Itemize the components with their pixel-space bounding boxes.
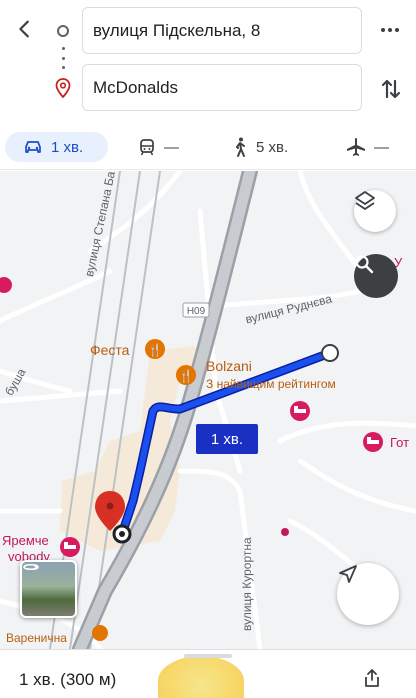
decorative-blob xyxy=(158,656,244,698)
destination-text: McDonalds xyxy=(93,77,179,97)
restaurant-poi-icon[interactable] xyxy=(92,625,108,641)
walk-icon xyxy=(236,137,245,157)
search-along-route-button[interactable] xyxy=(354,254,398,298)
share-button[interactable] xyxy=(358,664,386,692)
origin-dot-icon xyxy=(57,25,69,37)
mode-flight-label: — xyxy=(374,138,389,156)
poi-label-varenychna[interactable]: Варенична xyxy=(6,631,67,645)
route-dots-icon xyxy=(62,47,65,69)
more-options-icon[interactable] xyxy=(375,20,405,40)
road-label-kurortna: вулиця Курортна xyxy=(240,537,254,631)
mode-transit-label: — xyxy=(164,138,179,156)
directions-header: вулиця Підскельна, 8 McDonalds xyxy=(0,0,416,120)
destination-pin-icon xyxy=(55,78,71,103)
svg-text:🍴: 🍴 xyxy=(179,369,194,383)
street-view-icon xyxy=(23,563,39,571)
poi-label-festa[interactable]: Феста xyxy=(90,342,129,358)
swap-directions-button[interactable] xyxy=(374,74,408,104)
arrow-back-icon xyxy=(19,20,29,38)
train-icon xyxy=(140,139,154,156)
poi-label-bolzani-rating: З найвищим рейтингом xyxy=(206,377,336,391)
highway-label: Н09 xyxy=(187,306,206,317)
share-icon xyxy=(365,669,379,687)
sheet-drag-handle[interactable] xyxy=(184,654,232,658)
my-location-button[interactable] xyxy=(337,563,399,625)
swap-icon xyxy=(381,79,401,99)
airplane-icon xyxy=(347,138,365,156)
layers-icon xyxy=(355,191,375,210)
mode-drive-label: 1 хв. xyxy=(51,138,84,156)
destination-field[interactable]: McDonalds xyxy=(82,64,362,111)
mode-walk-tab[interactable]: 5 хв. xyxy=(232,132,288,162)
route-summary-text: 1 хв. (300 м) xyxy=(19,670,117,689)
navigation-arrow-icon xyxy=(339,565,357,583)
poi-label-bolzani[interactable]: Bolzani xyxy=(206,358,252,374)
search-icon xyxy=(355,255,374,274)
mode-drive-tab[interactable]: 1 хв. xyxy=(5,132,108,162)
poi-label-hotel-got[interactable]: Гот xyxy=(390,435,409,450)
mode-walk-label: 5 хв. xyxy=(256,138,289,156)
origin-text: вулиця Підскельна, 8 xyxy=(93,20,261,40)
hotel-poi-icon[interactable] xyxy=(0,277,12,293)
mode-flight-tab[interactable]: — xyxy=(346,132,389,162)
travel-mode-bar: 1 хв. — 5 хв. — xyxy=(0,124,416,170)
layers-button[interactable] xyxy=(354,190,396,232)
car-icon xyxy=(25,141,41,153)
svg-text:🍴: 🍴 xyxy=(148,343,163,357)
origin-field[interactable]: вулиця Підскельна, 8 xyxy=(82,7,362,54)
poi-label-yaremche[interactable]: Яремче xyxy=(2,533,49,548)
route-start-marker[interactable] xyxy=(321,344,339,362)
route-summary-sheet[interactable]: 1 хв. (300 м) xyxy=(0,649,416,698)
poi-dot xyxy=(281,528,289,536)
back-button[interactable] xyxy=(10,14,40,44)
mode-transit-tab[interactable]: — xyxy=(138,132,179,162)
route-duration-badge[interactable]: 1 хв. xyxy=(196,424,258,454)
street-view-thumbnail[interactable] xyxy=(20,560,77,618)
map-view[interactable]: Н09 🍴 🍴 вулиця Степана Ба вулиця Руднєва… xyxy=(0,171,416,649)
